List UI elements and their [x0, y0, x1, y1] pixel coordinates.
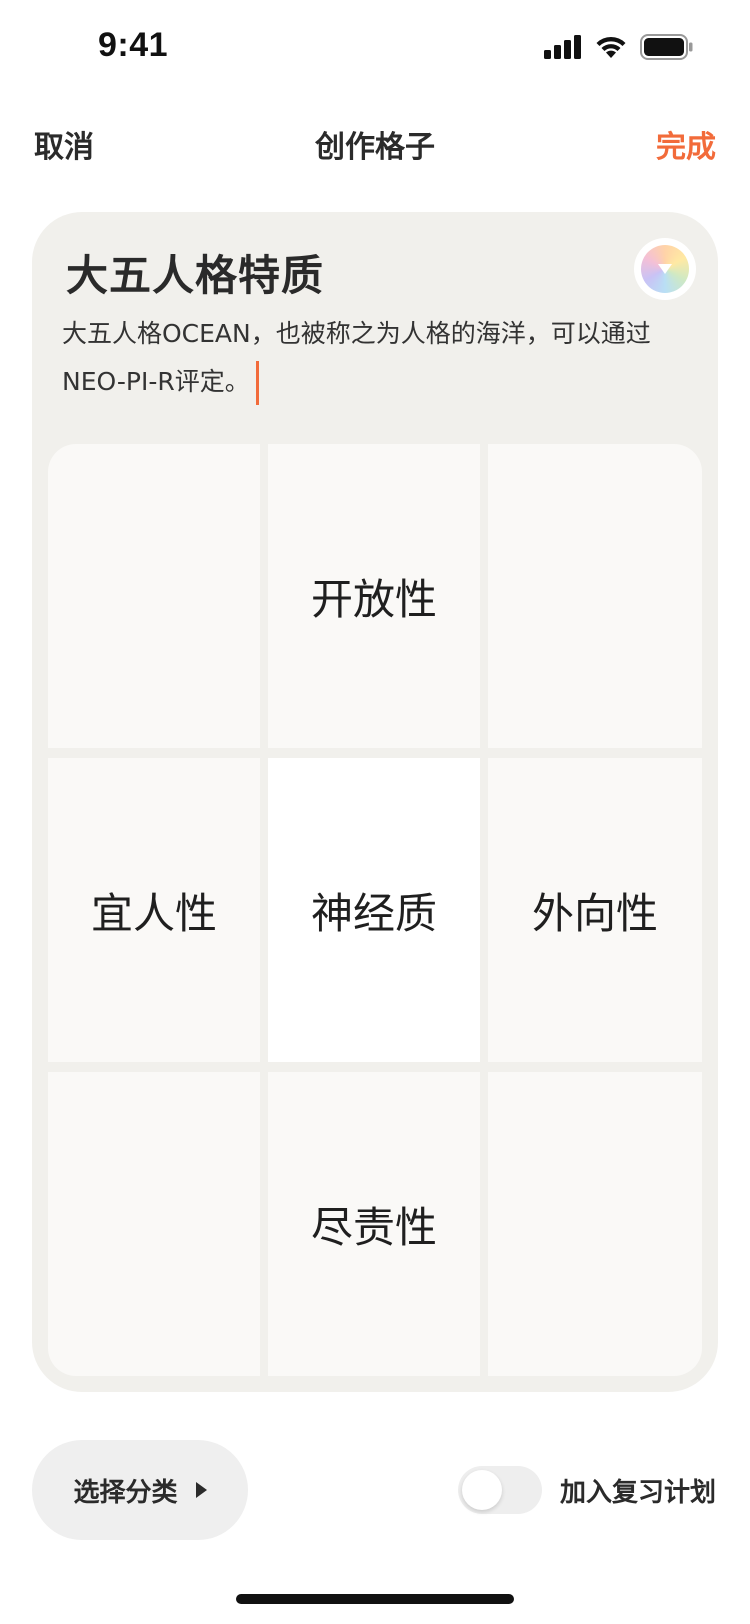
card-title-input[interactable]: 大五人格特质 [66, 242, 324, 303]
cellular-signal-icon [544, 35, 582, 63]
grid-cell-middle-right[interactable]: 外向性 [488, 758, 702, 1062]
grid-cell-top-center[interactable]: 开放性 [268, 444, 480, 748]
grid-cell-top-left[interactable] [48, 444, 260, 748]
color-wheel-icon [641, 245, 689, 293]
review-plan-setting: 加入复习计划 [457, 1466, 716, 1514]
status-bar: 9:41 [0, 0, 750, 96]
grid-cell-middle-left[interactable]: 宜人性 [48, 758, 260, 1062]
wifi-icon [594, 34, 628, 64]
review-plan-label: 加入复习计划 [559, 1477, 716, 1508]
triangle-right-icon [195, 1482, 207, 1498]
toggle-knob [461, 1470, 502, 1510]
card-description-text: 大五人格OCEAN，也被称之为人格的海洋，可以通过NEO-PI-R评定。 [62, 319, 651, 396]
card-description-input[interactable]: 大五人格OCEAN，也被称之为人格的海洋，可以通过NEO-PI-R评定。 [62, 310, 682, 406]
nav-bar: 取消 创作格子 完成 [0, 100, 750, 180]
grid-card: 大五人格特质 大五人格OCEAN，也被称之为人格的海洋，可以通过NEO-PI-R… [32, 212, 718, 1392]
text-cursor [255, 361, 259, 405]
review-plan-toggle[interactable] [457, 1466, 542, 1514]
grid-cell-bottom-right[interactable] [488, 1072, 702, 1376]
grid-cell-bottom-center[interactable]: 尽责性 [268, 1072, 480, 1376]
battery-icon [640, 34, 694, 64]
color-picker-button[interactable] [634, 238, 696, 300]
status-icons [544, 34, 694, 64]
status-time: 9:41 [98, 26, 169, 64]
grid-cell-center[interactable]: 神经质 [268, 758, 480, 1062]
grid-cell-bottom-left[interactable] [48, 1072, 260, 1376]
select-category-button[interactable]: 选择分类 [32, 1440, 248, 1540]
nine-grid: 开放性 宜人性 神经质 外向性 尽责性 [48, 444, 702, 1376]
select-category-label: 选择分类 [73, 1477, 178, 1508]
grid-cell-top-right[interactable] [488, 444, 702, 748]
done-button[interactable]: 完成 [656, 122, 716, 166]
home-indicator[interactable] [236, 1594, 514, 1604]
page-title: 创作格子 [315, 130, 435, 165]
